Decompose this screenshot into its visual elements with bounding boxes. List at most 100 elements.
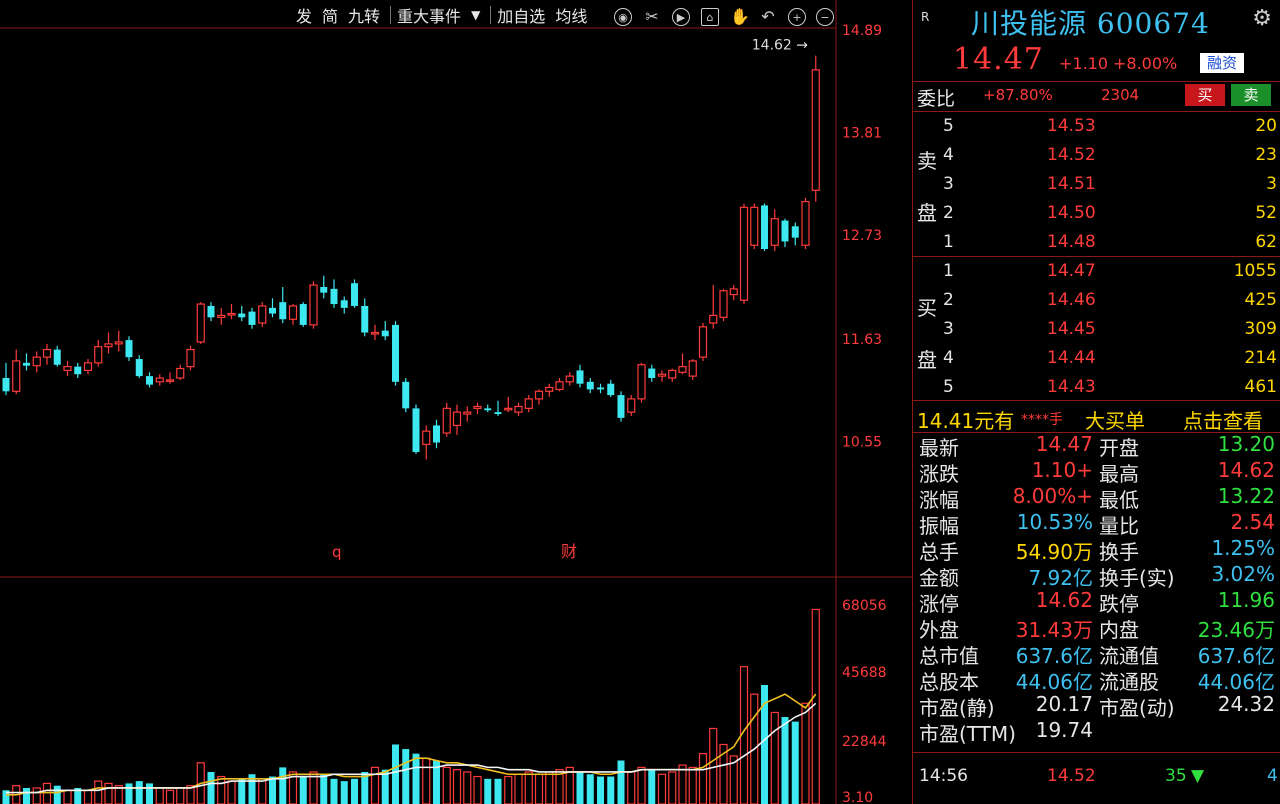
scissors-icon[interactable]: ✂ [643, 8, 661, 26]
bid-row[interactable]: 5 14.43 461 [913, 373, 1280, 401]
stat-label: 流通值 [1099, 644, 1159, 668]
ask-row[interactable]: 5 14.53 20 [913, 112, 1280, 140]
volume-bar [637, 766, 646, 804]
gear-icon[interactable]: ⚙ [1252, 6, 1272, 31]
volume-bar [463, 771, 472, 804]
divider [913, 400, 1280, 401]
stat-label: 总股本 [919, 670, 979, 694]
bid-price: 14.46 [1047, 290, 1096, 310]
ask-price: 14.52 [1047, 145, 1096, 165]
candle-body [442, 407, 451, 434]
volume-bar [514, 773, 523, 804]
candle-body [258, 305, 267, 324]
stat-label: 换手 [1099, 540, 1139, 564]
candle-body [597, 387, 604, 390]
buy-button[interactable]: 买 [1185, 84, 1225, 106]
stat-label: 金额 [919, 566, 959, 590]
volume-bar [688, 766, 697, 804]
price-axis-label: 10.55 [842, 435, 882, 451]
candle-body [146, 376, 153, 385]
candle-body [524, 398, 533, 409]
candle-body [811, 69, 820, 191]
toolbar-fa[interactable]: 发 [296, 3, 312, 27]
toolbar-jian[interactable]: 简 [322, 3, 338, 27]
candle-body [330, 288, 338, 305]
volume-bar [176, 787, 185, 804]
bid-row[interactable]: 4 14.44 214 [913, 344, 1280, 372]
volume-bar [504, 775, 513, 804]
volume-bar [668, 771, 677, 804]
tick-count: 4 [1267, 766, 1278, 786]
ask-row[interactable]: 2 14.50 52 [913, 199, 1280, 227]
volume-bar [422, 757, 431, 804]
toolbar-ma[interactable]: 均线 [555, 3, 587, 27]
max-price-marker: 14.62 → [752, 38, 809, 54]
bid-level: 5 [943, 377, 954, 397]
weibi-diff: 2304 [1101, 86, 1140, 104]
event-marker: q [332, 543, 342, 561]
volume-axis-label: 3.10 [842, 790, 873, 804]
volume-bar [452, 769, 462, 804]
hand-icon[interactable]: ✋ [730, 8, 750, 26]
r-label: R [921, 10, 930, 24]
bid-level: 1 [943, 261, 954, 281]
toolbar-add-watchlist[interactable]: 加自选 [497, 3, 545, 27]
candle-body [248, 311, 256, 325]
toolbar-major-events[interactable]: 重大事件 [397, 3, 461, 27]
chart-toolbar: 发 简 九转 重大事件 ▼ 加自选 均线 [296, 4, 597, 26]
ask-volume: 62 [1255, 232, 1277, 252]
volume-bar [32, 787, 41, 804]
stock-title[interactable]: 川投能源 600674 [971, 2, 1210, 42]
big-order-link[interactable]: 点击查看 [1183, 405, 1263, 434]
ask-price: 14.53 [1047, 116, 1096, 136]
volume-bar [42, 782, 52, 804]
candle-body [576, 370, 584, 384]
volume-bar [648, 769, 656, 804]
stat-label: 涨停 [919, 592, 959, 616]
zoom-in-icon[interactable]: + [788, 8, 806, 26]
candle-body [23, 362, 30, 366]
candle-body [12, 360, 21, 392]
bid-row[interactable]: 1 14.47 1055 [913, 257, 1280, 285]
sell-button[interactable]: 卖 [1231, 84, 1271, 106]
margin-badge[interactable]: 融资 [1200, 53, 1244, 73]
candle-body [617, 395, 625, 418]
undo-icon[interactable]: ↶ [759, 8, 777, 26]
volume-bar [545, 771, 554, 804]
eye-icon[interactable]: ◉ [614, 8, 632, 26]
volume-bar [811, 608, 820, 804]
volume-bar [104, 782, 113, 804]
stat-label: 流通股 [1099, 670, 1159, 694]
volume-bar [227, 780, 236, 804]
play-icon[interactable]: ▶ [672, 8, 690, 26]
volume-axis-label: 22844 [842, 734, 887, 750]
candle-body [504, 407, 513, 411]
volume-bar [258, 778, 267, 804]
kline-chart[interactable]: 14.89 13.81 12.73 11.63 10.55 68056 45688 22844… [0, 0, 912, 804]
stat-label: 最高 [1099, 462, 1139, 486]
candle-body [83, 362, 93, 372]
volume-bar [320, 774, 328, 804]
candle-body [545, 386, 554, 392]
big-order-row[interactable]: 14.41元有 ****手 大买单 点击查看 [913, 402, 1280, 434]
bid-row[interactable]: 3 14.45 309 [913, 315, 1280, 343]
kline-chart-area[interactable]: 14.89 13.81 12.73 11.63 10.55 68056 45688 22844… [0, 0, 912, 804]
candle-body [320, 286, 328, 293]
candle-body [114, 341, 123, 345]
candle-body [781, 220, 789, 242]
volume-bar [370, 766, 380, 804]
candle-body [269, 307, 276, 314]
home-icon[interactable]: ⌂ [701, 8, 719, 26]
volume-bar [340, 781, 348, 804]
toolbar-dropdown-icon[interactable]: ▼ [471, 8, 480, 22]
toolbar-jiuzhuan[interactable]: 九转 [348, 3, 380, 27]
ask-row[interactable]: 4 14.52 23 [913, 141, 1280, 169]
bid-row[interactable]: 2 14.46 425 [913, 286, 1280, 314]
volume-bar [576, 771, 584, 804]
ask-row[interactable]: 1 14.48 62 [913, 228, 1280, 256]
candle-body [668, 369, 677, 379]
zoom-out-icon[interactable]: − [816, 8, 834, 26]
ask-row[interactable]: 3 14.51 3 [913, 170, 1280, 198]
bid-volume: 214 [1244, 348, 1277, 368]
volume-bar [402, 749, 410, 804]
